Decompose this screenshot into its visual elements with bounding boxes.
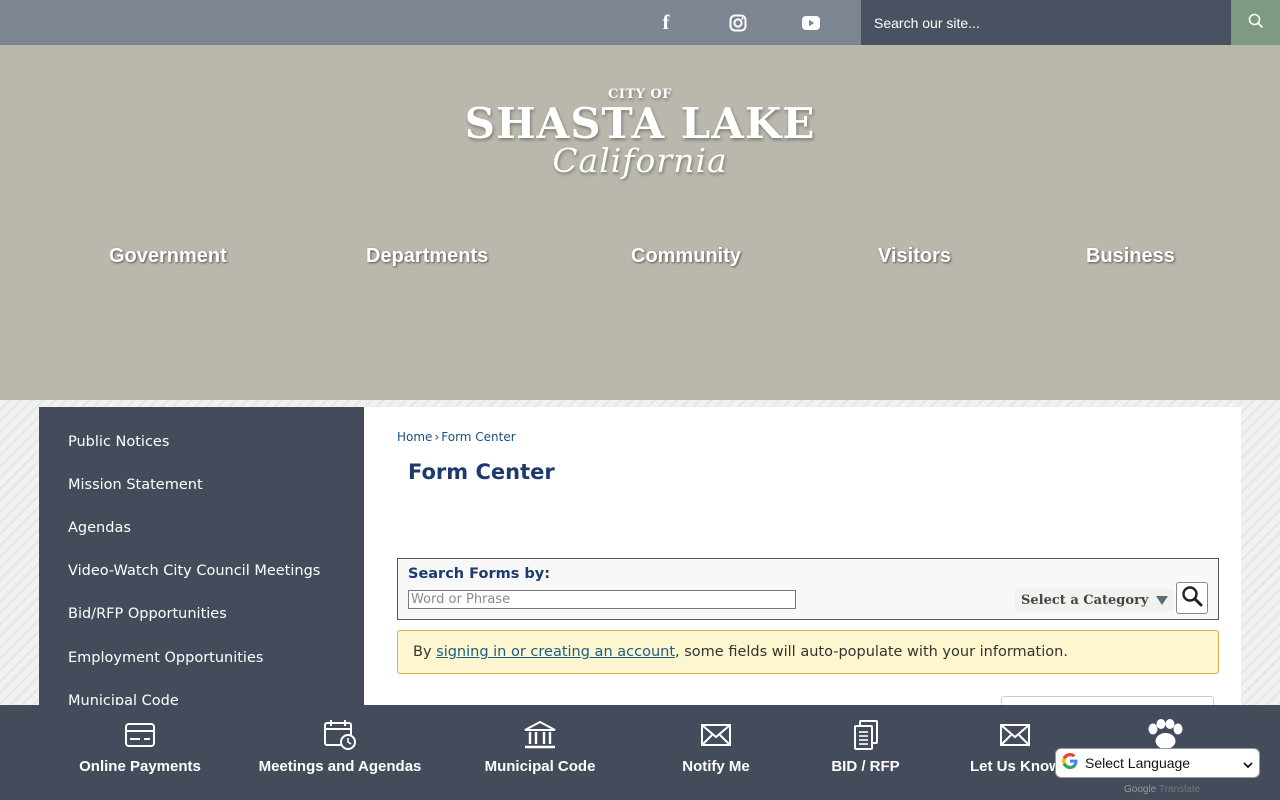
breadcrumb-separator: › [434, 430, 440, 444]
category-select[interactable]: Select a Category [1015, 589, 1175, 611]
top-bar: f [0, 0, 1280, 45]
form-search-panel: Search Forms by: Select a Category [397, 558, 1219, 620]
paw-icon [1144, 719, 1186, 751]
form-search-label: Search Forms by: [408, 566, 551, 582]
page-title: Form Center [408, 460, 555, 484]
quicklink-meetings-agendas[interactable]: Meetings and Agendas [254, 705, 426, 800]
nav-community[interactable]: Community [631, 245, 741, 268]
google-g-icon [1061, 752, 1081, 775]
sidebar: Public Notices Mission Statement Agendas… [39, 407, 364, 705]
quicklink-municipal-code[interactable]: Municipal Code [483, 705, 597, 800]
form-search-button[interactable] [1176, 582, 1208, 614]
facebook-icon[interactable]: f [656, 0, 676, 45]
sidebar-item-municipal-code[interactable]: Municipal Code [68, 693, 179, 705]
courthouse-icon [523, 719, 557, 751]
breadcrumb: Home › Form Center [397, 430, 516, 444]
sidebar-item-bid-rfp[interactable]: Bid/RFP Opportunities [68, 606, 227, 622]
language-select[interactable]: Select Language [1055, 748, 1260, 778]
city-logo[interactable]: CITY OF SHASTA LAKE California [440, 87, 840, 178]
nav-government[interactable]: Government [109, 245, 227, 268]
sidebar-item-public-notices[interactable]: Public Notices [68, 434, 169, 450]
sidebar-item-employment[interactable]: Employment Opportunities [68, 650, 263, 666]
category-select-label: Select a Category [1021, 592, 1149, 608]
quicklink-label: BID / RFP [831, 758, 900, 775]
youtube-icon[interactable] [800, 0, 822, 45]
site-search-button[interactable] [1231, 0, 1280, 45]
main-content: Home › Form Center Form Center Search Form… [364, 407, 1241, 705]
quicklink-bid-rfp[interactable]: BID / RFP [830, 705, 901, 800]
sidebar-item-agendas[interactable]: Agendas [68, 520, 131, 536]
notice-suffix: , some fields will auto-populate with yo… [675, 644, 1068, 660]
nav-visitors[interactable]: Visitors [878, 245, 951, 268]
chevron-down-icon [1243, 754, 1253, 773]
form-search-input[interactable] [408, 590, 796, 609]
main-navigation: Government Departments Community Visitor… [0, 245, 1280, 277]
quicklink-label: Notify Me [682, 758, 750, 775]
calendar-clock-icon [323, 719, 357, 751]
breadcrumb-home[interactable]: Home [397, 430, 432, 444]
partial-control[interactable] [1001, 696, 1214, 705]
dropdown-arrow-icon [1156, 595, 1169, 605]
envelope-icon [700, 719, 732, 751]
breadcrumb-current[interactable]: Form Center [441, 430, 515, 444]
credit-card-icon [124, 719, 156, 751]
quicklink-label: Meetings and Agendas [258, 758, 422, 775]
documents-icon [851, 719, 881, 751]
sign-in-link[interactable]: signing in or creating an account [436, 644, 675, 660]
sign-in-notice: By signing in or creating an account, so… [397, 630, 1219, 674]
translate-link[interactable]: Translate [1159, 784, 1200, 795]
language-select-label: Select Language [1085, 755, 1191, 771]
logo-city-name: SHASTA LAKE [464, 99, 816, 148]
notice-prefix: By [413, 644, 437, 660]
envelope-icon [970, 719, 1060, 751]
quicklink-notify-me[interactable]: Notify Me [681, 705, 751, 800]
magnifier-icon [1181, 585, 1203, 611]
powered-by-google: Google Translate [1124, 784, 1200, 795]
site-header: CITY OF SHASTA LAKE California Governmen… [0, 45, 1280, 400]
sidebar-item-mission-statement[interactable]: Mission Statement [68, 477, 203, 493]
sidebar-item-video-council-meetings[interactable]: Video-Watch City Council Meetings [68, 563, 320, 579]
quicklink-online-payments[interactable]: Online Payments [76, 705, 204, 800]
quicklink-let-us-know[interactable]: Let Us Know [970, 705, 1060, 800]
instagram-icon[interactable] [726, 0, 750, 45]
quicklink-label: Let Us Know [970, 758, 1060, 775]
quicklink-label: Municipal Code [484, 758, 596, 775]
quicklink-label: Online Payments [79, 758, 201, 775]
powered-google-word: Google [1124, 784, 1157, 795]
logo-state: California [552, 141, 728, 180]
nav-departments[interactable]: Departments [366, 245, 488, 268]
search-icon [1248, 13, 1264, 33]
site-search-input[interactable] [861, 0, 1231, 45]
nav-business[interactable]: Business [1086, 245, 1175, 268]
